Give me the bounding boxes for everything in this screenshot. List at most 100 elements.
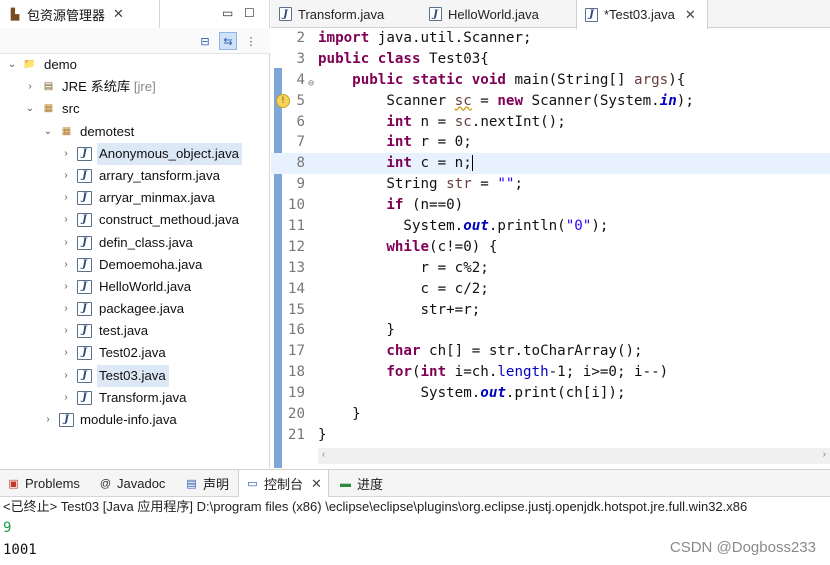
tab-test03[interactable]: J *Test03.java ✕ [576,0,708,29]
code-area[interactable]: 2 import java.util.Scanner; 3 public class… [271,28,830,446]
tree-item-file[interactable]: › J Anonymous_object.java [0,142,270,165]
collapsed-chevron-icon[interactable]: › [60,254,72,276]
code-token: while [318,238,430,255]
tree-item-file[interactable]: › Jconstruct_methoud.java [0,209,270,231]
java-file-icon: J [77,279,92,294]
tree-item-file[interactable]: › Jarryar_minmax.java [0,187,270,209]
console-output-line: 1001 [3,542,37,558]
collapsed-chevron-icon[interactable]: › [24,76,36,98]
view-menu-icon[interactable]: ⋮ [242,32,260,50]
tab-progress[interactable]: ▬ 进度 [338,470,383,497]
tab-label: Problems [25,476,80,491]
tree-item-file[interactable]: › J HelloWorld.java [0,276,270,298]
code-token: out [480,385,506,402]
code-token: ; [514,176,524,193]
tree-item-module-info[interactable]: › J module-info.java [0,409,270,431]
tree-item-demo[interactable]: ⌄ 📁 demo [0,54,270,76]
collapsed-chevron-icon[interactable]: › [60,187,72,209]
tree-item-file[interactable]: › Jdefin_class.java [0,232,270,254]
close-icon[interactable]: ✕ [685,7,696,23]
code-line: 21} [271,425,830,446]
scroll-right-icon[interactable]: › [823,449,826,460]
tree-item-src[interactable]: ⌄ ▦ src [0,98,270,120]
collapse-all-icon[interactable]: ⊟ [196,32,214,50]
collapsed-chevron-icon[interactable]: › [60,165,72,187]
tree-item-file[interactable]: › Jarrary_tansform.java [0,165,270,187]
tree-label: defin_class.java [99,234,193,250]
line-number: 21 [287,426,305,443]
scroll-left-icon[interactable]: ‹ [322,449,325,460]
tab-console[interactable]: ▭ 控制台 ✕ [238,470,329,497]
console-icon: ▭ [247,478,258,490]
tab-declaration[interactable]: ▤ 声明 [184,470,229,497]
line-number: 19 [287,385,305,402]
tab-problems[interactable]: ▣ Problems [6,470,80,497]
jre-tag: [jre] [133,79,156,95]
code-line: 12 while(c!=0) { [271,237,830,258]
tree-label: arryar_minmax.java [99,190,215,206]
maximize-icon[interactable]: ☐ [244,6,255,20]
code-line: 15 str+=r; [271,300,830,321]
tree-label: arrary_tansform.java [99,167,220,183]
collapsed-chevron-icon[interactable]: › [60,342,72,364]
tab-label: HelloWorld.java [448,6,539,22]
collapsed-chevron-icon[interactable]: › [60,209,72,231]
collapsed-chevron-icon[interactable]: › [60,276,72,298]
tree-label: JRE 系统库 [62,79,131,95]
tree-label: src [62,101,80,117]
collapsed-chevron-icon[interactable]: › [42,409,54,431]
tree-label: test.java [99,323,149,339]
expanded-chevron-icon[interactable]: ⌄ [6,54,18,76]
line-number: 15 [287,301,305,318]
tree-item-file[interactable]: › Jtest.java [0,320,270,342]
code-line: 17 char ch[] = str.toCharArray(); [271,341,830,362]
collapsed-chevron-icon[interactable]: › [60,365,72,387]
tree-item-jre[interactable]: › ▤ JRE 系统库 [jre] [0,76,270,98]
close-icon[interactable]: ✕ [113,6,124,22]
code-token: } [318,406,361,423]
tree-item-file[interactable]: › J Test02.java [0,342,270,364]
code-line: 13 r = c%2; [271,258,830,279]
tree-label: HelloWorld.java [99,278,192,294]
bottom-tabs: ▣ Problems @ Javadoc ▤ 声明 ▭ 控制台 ✕ ▬ 进度 [0,470,830,497]
code-token: int [318,155,412,172]
collapsed-chevron-icon[interactable]: › [60,320,72,342]
code-line: 6 int n = sc.nextInt(); [271,112,830,133]
collapsed-chevron-icon[interactable]: › [60,232,72,254]
expanded-chevron-icon[interactable]: ⌄ [42,121,54,143]
tree-item-file[interactable]: › J Transform.java [0,387,270,409]
package-explorer-title: 包资源管理器 [27,7,106,23]
collapsed-chevron-icon[interactable]: › [60,143,72,165]
code-token: public static void [318,71,506,88]
code-token: c = c/2; [318,280,489,297]
line-number: 17 [287,343,305,360]
minimize-icon[interactable]: ▭ [222,6,233,20]
java-file-icon: J [77,302,92,317]
close-icon[interactable]: ✕ [311,476,322,492]
line-number: 16 [287,322,305,339]
tree-item-file[interactable]: › J Demoemoha.java [0,254,270,276]
tab-transform[interactable]: J Transform.java [271,0,421,28]
code-token: ); [676,92,694,109]
line-number: 3 [296,50,305,67]
code-token: ( [411,364,421,381]
tab-label: *Test03.java [604,7,675,22]
tab-javadoc[interactable]: @ Javadoc [98,470,166,497]
expanded-chevron-icon[interactable]: ⌄ [24,98,36,120]
code-token: r = 0; [411,134,472,151]
tree-item-file[interactable]: › Jpackagee.java [0,298,270,320]
explorer-toolbar: ⊟ ⇆ ⋮ [0,28,270,54]
tree-item-package[interactable]: ⌄ ▦ demotest [0,121,270,143]
tree-item-file[interactable]: › J Test03.java [0,364,270,387]
code-token: length [497,364,549,381]
code-token: (n==0) [403,197,464,214]
package-explorer-tab[interactable]: ▙ 包资源管理器 ✕ [0,0,160,28]
collapsed-chevron-icon[interactable]: › [60,387,72,409]
problems-icon: ▣ [8,478,19,490]
tab-label: 声明 [203,477,230,492]
tab-helloworld[interactable]: J HelloWorld.java [421,0,576,28]
link-with-editor-icon[interactable]: ⇆ [219,32,237,50]
line-number: 6 [296,113,305,130]
horizontal-scrollbar[interactable]: ‹ › [318,448,830,464]
collapsed-chevron-icon[interactable]: › [60,298,72,320]
